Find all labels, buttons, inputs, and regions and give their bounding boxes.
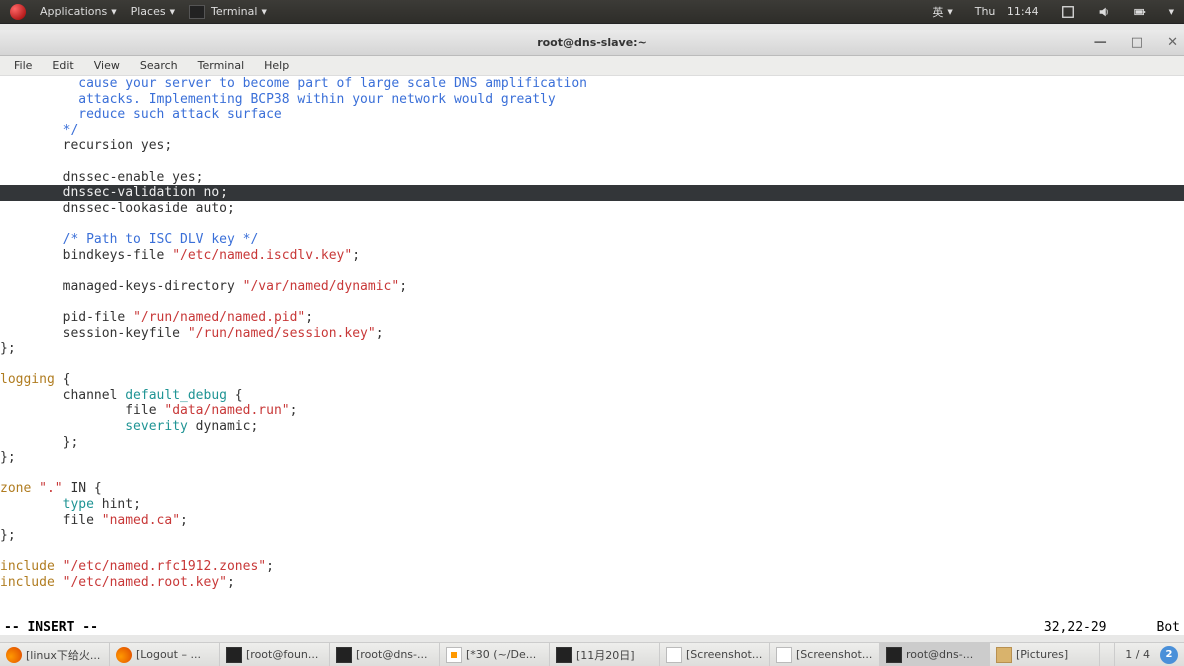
terminal-window: root@dns-slave:~ — □ ✕ File Edit View Se… xyxy=(0,30,1184,635)
task-item[interactable]: [11月20日] xyxy=(550,643,660,666)
menu-view[interactable]: View xyxy=(84,57,130,74)
ff-icon xyxy=(116,647,132,663)
dropdown-icon: ▼ xyxy=(947,8,952,16)
applications-menu[interactable]: Applications ▼ xyxy=(34,0,123,24)
task-item[interactable]: [Screenshot... xyxy=(660,643,770,666)
menu-help[interactable]: Help xyxy=(254,57,299,74)
tm-icon xyxy=(886,647,902,663)
ff-icon xyxy=(6,647,22,663)
menu-terminal[interactable]: Terminal xyxy=(188,57,255,74)
menu-edit[interactable]: Edit xyxy=(42,57,83,74)
task-item[interactable]: [*30 (~/De... xyxy=(440,643,550,666)
task-label: [Screenshot... xyxy=(796,648,872,661)
task-label: [linux下给火... xyxy=(26,647,100,663)
terminal-menubar: File Edit View Search Terminal Help xyxy=(0,56,1184,76)
top-panel: Applications ▼ Places ▼ Terminal ▼ 英 ▼ T… xyxy=(0,0,1184,24)
task-item[interactable]: [linux下给火... xyxy=(0,643,110,666)
task-label: [11月20日] xyxy=(576,647,635,663)
dropdown-icon: ▼ xyxy=(1169,8,1174,16)
task-item[interactable]: [Logout – ... xyxy=(110,643,220,666)
ge-icon xyxy=(446,647,462,663)
vim-mode: -- INSERT -- xyxy=(4,620,98,635)
tm-icon xyxy=(336,647,352,663)
minimize-button[interactable]: — xyxy=(1094,35,1107,50)
activities-logo[interactable] xyxy=(4,0,32,24)
tm-icon xyxy=(556,647,572,663)
task-item[interactable]: [Pictures] xyxy=(990,643,1100,666)
task-label: [*30 (~/De... xyxy=(466,648,536,661)
terminal-launcher[interactable]: Terminal ▼ xyxy=(183,0,273,24)
tm-icon xyxy=(226,647,242,663)
task-item[interactable]: [root@dns-... xyxy=(330,643,440,666)
task-label: [root@dns-... xyxy=(356,648,428,661)
maximize-button[interactable]: □ xyxy=(1131,35,1143,50)
task-label: [Screenshot... xyxy=(686,648,762,661)
vim-status-line: -- INSERT -- 32,22-29 Bot xyxy=(0,620,1184,635)
window-title: root@dns-slave:~ xyxy=(537,36,647,49)
dropdown-icon: ▼ xyxy=(261,8,266,16)
text-cursor xyxy=(219,187,220,201)
task-label: [Logout – ... xyxy=(136,648,201,661)
mg-icon xyxy=(776,647,792,663)
dropdown-icon: ▼ xyxy=(111,8,116,16)
fedora-logo-icon xyxy=(10,4,26,20)
places-menu[interactable]: Places ▼ xyxy=(125,0,181,24)
task-item[interactable]: [root@foun... xyxy=(220,643,330,666)
notification-badge[interactable]: 2 xyxy=(1160,646,1178,664)
input-method[interactable]: 英 ▼ xyxy=(926,0,958,24)
task-item[interactable]: [Screenshot... xyxy=(770,643,880,666)
workspace-indicator[interactable]: 1 / 4 xyxy=(1121,648,1154,661)
task-label: [Pictures] xyxy=(1016,648,1068,661)
task-label: [root@foun... xyxy=(246,648,318,661)
volume-icon[interactable] xyxy=(1091,0,1117,24)
task-item[interactable]: root@dns-... xyxy=(880,643,990,666)
clock[interactable]: Thu 11:44 xyxy=(969,0,1045,24)
mg-icon xyxy=(666,647,682,663)
dropdown-icon: ▼ xyxy=(170,8,175,16)
task-label: root@dns-... xyxy=(906,648,973,661)
menu-file[interactable]: File xyxy=(4,57,42,74)
battery-icon[interactable] xyxy=(1127,0,1153,24)
accessibility-icon[interactable] xyxy=(1055,0,1081,24)
terminal-icon xyxy=(189,5,205,19)
close-button[interactable]: ✕ xyxy=(1167,35,1178,50)
vim-position: 32,22-29 xyxy=(1044,620,1107,635)
bottom-taskbar: [linux下给火... [Logout – ... [root@foun... [r… xyxy=(0,642,1184,666)
vim-editor[interactable]: cause your server to become part of larg… xyxy=(0,76,1184,620)
window-titlebar[interactable]: root@dns-slave:~ — □ ✕ xyxy=(0,30,1184,56)
menu-search[interactable]: Search xyxy=(130,57,188,74)
vim-scroll: Bot xyxy=(1157,620,1180,635)
system-tray: 1 / 4 2 xyxy=(1114,643,1184,666)
user-menu[interactable]: ▼ xyxy=(1163,0,1180,24)
fo-icon xyxy=(996,647,1012,663)
